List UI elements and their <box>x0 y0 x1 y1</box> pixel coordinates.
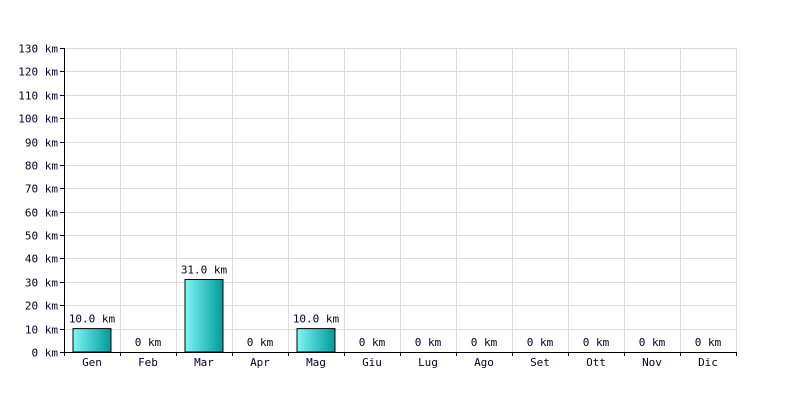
x-tick-label: Feb <box>138 356 158 369</box>
value-label: 0 km <box>527 336 554 349</box>
value-label: 31.0 km <box>181 264 228 277</box>
y-tick-label: 100 km <box>18 113 58 126</box>
y-tick-label: 40 km <box>25 253 58 266</box>
x-tick-label: Nov <box>642 356 662 369</box>
chart-container: 0 km 10 km 20 km 30 km 40 km 50 km 60 km 70 km 8… <box>0 0 800 400</box>
grid-lines <box>64 48 737 352</box>
y-tick-label: 20 km <box>25 300 58 313</box>
value-label: 0 km <box>359 336 386 349</box>
y-tick-label: 60 km <box>25 207 58 220</box>
x-tick-label: Giu <box>362 356 382 369</box>
value-label: 10.0 km <box>69 313 116 326</box>
value-label: 0 km <box>415 336 442 349</box>
value-label: 10.0 km <box>293 313 340 326</box>
bar-mar <box>184 279 224 353</box>
x-tick-label: Apr <box>250 356 270 369</box>
value-label: 0 km <box>695 336 722 349</box>
value-label: 0 km <box>471 336 498 349</box>
x-tick-label: Gen <box>82 356 102 369</box>
bar-gen <box>72 328 112 353</box>
x-tick-label: Dic <box>698 356 718 369</box>
value-label: 0 km <box>639 336 666 349</box>
y-tick-label: 0 km <box>32 347 59 360</box>
x-tick-label: Mag <box>306 356 326 369</box>
y-tick-label: 110 km <box>18 90 58 103</box>
y-tick-label: 50 km <box>25 230 58 243</box>
value-label: 0 km <box>583 336 610 349</box>
x-tick-label: Set <box>530 356 550 369</box>
x-tick-label: Mar <box>194 356 214 369</box>
value-label: 0 km <box>135 336 162 349</box>
y-tick-label: 80 km <box>25 160 58 173</box>
x-tick-label: Ott <box>586 356 606 369</box>
x-tick-label: Lug <box>418 356 438 369</box>
bar-chart: 0 km 10 km 20 km 30 km 40 km 50 km 60 km 70 km 8… <box>18 43 737 370</box>
y-tick-label: 130 km <box>18 43 58 56</box>
axes <box>60 48 737 356</box>
x-tick-label: Ago <box>474 356 494 369</box>
y-tick-label: 120 km <box>18 66 58 79</box>
bar-mag <box>296 328 336 353</box>
value-label: 0 km <box>247 336 274 349</box>
y-tick-label: 10 km <box>25 324 58 337</box>
y-tick-label: 70 km <box>25 183 58 196</box>
y-tick-label: 90 km <box>25 137 58 150</box>
y-tick-label: 30 km <box>25 277 58 290</box>
labels: 0 km 10 km 20 km 30 km 40 km 50 km 60 km 70 km 8… <box>18 43 721 370</box>
